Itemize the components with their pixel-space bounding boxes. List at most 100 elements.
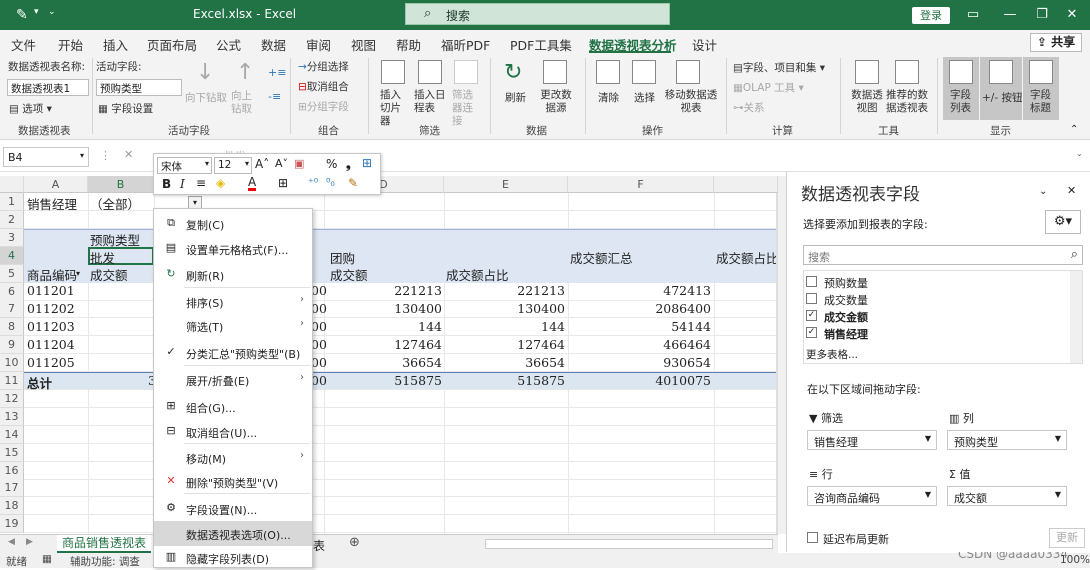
row-header-19[interactable]: 19 — [0, 515, 24, 534]
checked-checkbox[interactable]: ✓ — [806, 327, 817, 338]
row-header-16[interactable]: 16 — [0, 461, 24, 480]
cell-product-code[interactable]: 011205 — [27, 355, 75, 370]
autosave-icon[interactable]: ✎ — [16, 7, 28, 23]
expand-field-icon[interactable]: +≡ — [268, 66, 286, 79]
column-header-g[interactable] — [714, 176, 778, 193]
tab-page-layout[interactable]: 页面布局 — [147, 35, 197, 54]
field-list-item[interactable]: 成交数量 — [806, 292, 1056, 308]
context-menu-item[interactable]: 移动(M) › — [154, 445, 312, 470]
cell-product-code[interactable]: 011203 — [27, 319, 75, 334]
pane-close-icon[interactable]: ✕ — [1067, 184, 1076, 197]
context-menu-item[interactable]: ⊞ 组合(G)... — [154, 394, 312, 419]
unchecked-checkbox[interactable] — [806, 293, 817, 304]
field-list[interactable]: 预购数量 成交数量 ✓ 成交金额 ✓ 销售经理 更多表格... — [803, 270, 1083, 364]
cell-group-share[interactable]: 221213 — [460, 283, 565, 298]
insert-slicer-button[interactable]: 插入切片器 — [380, 89, 410, 128]
row-filter-dropdown-icon[interactable]: ▾ — [76, 269, 80, 278]
tab-view[interactable]: 视图 — [351, 35, 376, 54]
cell-e5[interactable]: 成交额占比 — [446, 265, 509, 284]
group-selection-button[interactable]: →分组选择 — [298, 59, 349, 74]
customize-toolbar-icon[interactable]: ⌄ — [48, 7, 56, 17]
defer-update-checkbox[interactable] — [807, 532, 818, 543]
macro-icon[interactable]: ▦ — [42, 553, 52, 565]
restore-button[interactable]: ❐ — [1032, 5, 1052, 25]
row-header-3[interactable]: 3 — [0, 228, 24, 247]
row-header-14[interactable]: 14 — [0, 425, 24, 444]
active-field-input[interactable]: 预购类型 — [96, 79, 182, 96]
row-header-9[interactable]: 9 — [0, 336, 24, 355]
row-header-10[interactable]: 10 — [0, 354, 24, 373]
unchecked-checkbox[interactable] — [806, 276, 817, 287]
row-header-8[interactable]: 8 — [0, 318, 24, 337]
field-list-button[interactable]: 字段列表 — [950, 89, 974, 115]
tab-review[interactable]: 审阅 — [306, 35, 331, 54]
cell-d-value[interactable]: 00 — [311, 337, 327, 352]
row-header-2[interactable]: 2 — [0, 210, 24, 229]
row-field-chip[interactable]: 咨询商品编码 ▼ — [807, 486, 937, 506]
context-menu-item[interactable]: ↻ 刷新(R) — [154, 262, 312, 287]
field-headers-button[interactable]: 字段标题 — [1030, 89, 1054, 115]
checked-checkbox[interactable]: ✓ — [806, 310, 817, 321]
context-menu-item[interactable]: 数据透视表选项(O)... — [154, 521, 312, 546]
collapse-field-icon[interactable]: -≡ — [268, 90, 281, 103]
insert-timeline-button[interactable]: 插入日程表 — [414, 89, 446, 115]
cell-total-amount[interactable]: 930654 — [600, 355, 711, 370]
options-button[interactable]: ▤ 选项 ▾ — [9, 101, 52, 116]
format-table-icon[interactable]: ⊞ — [362, 156, 372, 170]
cell-group-amount[interactable]: 127464 — [340, 337, 442, 352]
row-header-7[interactable]: 7 — [0, 300, 24, 319]
column-header-b[interactable]: B — [88, 176, 154, 193]
cell-product-code[interactable]: 011204 — [27, 337, 75, 352]
increase-font-icon[interactable]: A˄ — [255, 157, 269, 171]
chevron-down-icon[interactable]: ▾ — [34, 7, 39, 17]
add-sheet-icon[interactable]: ⊕ — [349, 535, 360, 550]
tab-foxit-pdf[interactable]: 福昕PDF — [441, 35, 490, 54]
cell-total-amount[interactable]: 54144 — [600, 319, 711, 334]
worksheet-grid[interactable]: A B C D E F 1234567891011121314151617181… — [0, 176, 778, 534]
context-menu-item[interactable]: ⧉ 复制(C) — [154, 211, 312, 236]
name-box[interactable]: B4 ▾ — [3, 147, 89, 167]
cell-total-e[interactable]: 515875 — [460, 373, 565, 388]
cell-g4[interactable]: 成交额占比 — [716, 248, 778, 267]
row-header-17[interactable]: 17 — [0, 479, 24, 498]
cancel-formula-icon[interactable]: ✕ — [124, 148, 133, 161]
column-header-e[interactable]: E — [444, 176, 568, 193]
pivot-chart-button[interactable]: 数据透视图 — [850, 89, 884, 115]
move-pivot-button[interactable]: 移动数据透视表 — [663, 89, 719, 115]
tab-design[interactable]: 设计 — [692, 35, 717, 54]
context-menu-item[interactable]: 展开/折叠(E) › — [154, 367, 312, 392]
pane-options-icon[interactable]: ⌄ — [1039, 186, 1047, 197]
row-header-5[interactable]: 5 — [0, 264, 24, 283]
context-menu-item[interactable]: ⚙ 字段设置(N)... — [154, 496, 312, 521]
row-header-15[interactable]: 15 — [0, 443, 24, 462]
close-button[interactable]: ✕ — [1062, 5, 1082, 25]
cell-group-amount[interactable]: 221213 — [340, 283, 442, 298]
fill-color-icon[interactable]: ◈ — [216, 176, 225, 190]
cell-group-amount[interactable]: 130400 — [340, 301, 442, 316]
row-header-18[interactable]: 18 — [0, 497, 24, 516]
percent-icon[interactable]: % — [326, 157, 337, 171]
cell-d5[interactable]: 成交额 — [330, 265, 368, 284]
format-painter-icon[interactable]: ✎ — [348, 176, 358, 190]
cell-group-amount[interactable]: 36654 — [340, 355, 442, 370]
cell-total-d2[interactable]: 515875 — [340, 373, 442, 388]
context-menu-item[interactable]: 排序(S) › — [154, 289, 312, 314]
select-button[interactable]: 选择 — [634, 90, 655, 105]
field-search-input[interactable]: 搜索 ⌕ — [803, 245, 1083, 265]
tab-home[interactable]: 开始 — [58, 35, 83, 54]
accessibility-status[interactable]: 辅助功能: 调查 — [70, 554, 140, 569]
column-field-chip[interactable]: 预购类型 ▼ — [947, 430, 1067, 450]
recommended-pivot-button[interactable]: 推荐的数据透视表 — [884, 89, 930, 115]
borders-icon[interactable]: ⊞ — [278, 176, 288, 190]
row-header-6[interactable]: 6 — [0, 282, 24, 301]
cell-a1[interactable]: 销售经理 — [27, 194, 77, 213]
field-list-item[interactable]: 预购数量 — [806, 275, 1056, 291]
font-color-icon[interactable]: A — [248, 176, 257, 191]
tab-data[interactable]: 数据 — [261, 35, 286, 54]
cell-f4[interactable]: 成交额汇总 — [570, 248, 633, 267]
cell-a5[interactable]: 商品编码 — [27, 265, 77, 284]
search-box[interactable]: ⌕ 搜索 — [405, 3, 670, 25]
update-button[interactable]: 更新 — [1049, 528, 1085, 548]
row-header-4[interactable]: 4 — [0, 246, 24, 265]
share-button[interactable]: ⇪ 共享 — [1030, 33, 1082, 52]
